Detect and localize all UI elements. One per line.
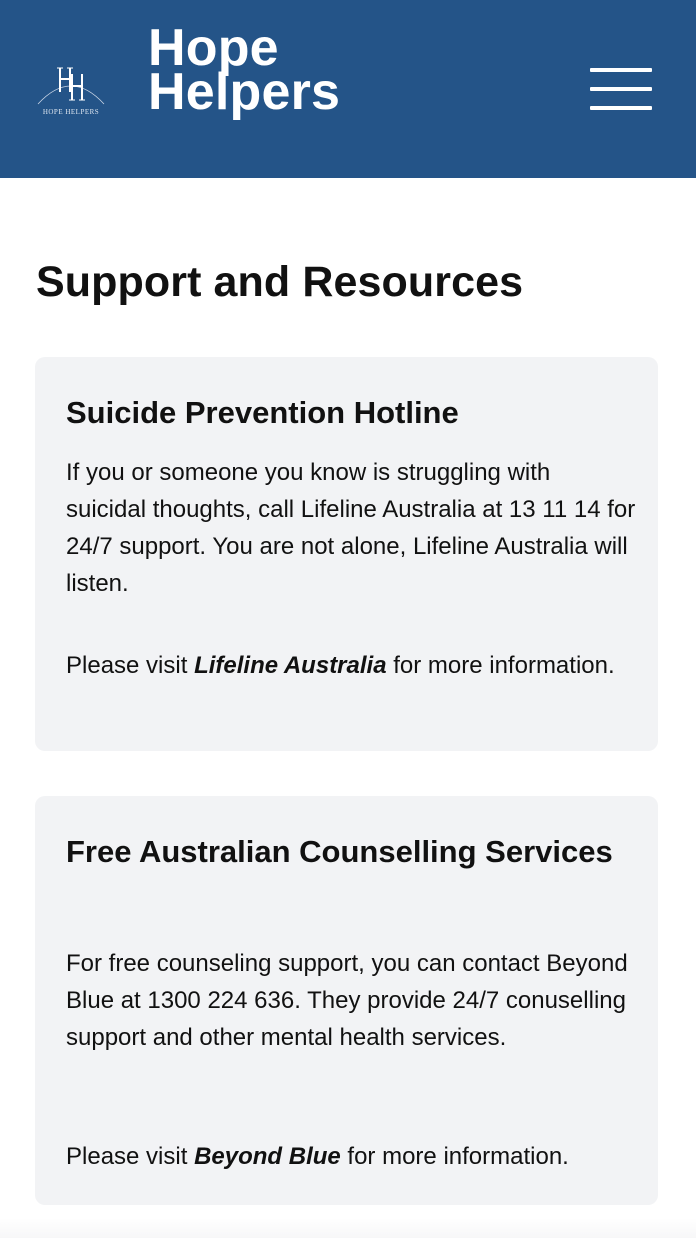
menu-bar-middle xyxy=(590,87,652,91)
card-body: For free counseling support, you can con… xyxy=(66,950,628,1051)
menu-bar-bottom xyxy=(590,106,652,110)
visit-suffix: for more information. xyxy=(386,652,615,679)
brand-line-2: Helpers xyxy=(148,63,341,121)
resource-card-beyond-blue: Free Australian Counselling Services For… xyxy=(35,796,658,1205)
visit-suffix: for more information. xyxy=(340,1143,569,1170)
page-title: Support and Resources xyxy=(36,258,524,306)
brand-name[interactable]: Hope Helpers xyxy=(148,22,341,121)
card-body: If you or someone you know is struggling… xyxy=(66,459,636,597)
lifeline-australia-link[interactable]: Lifeline Australia xyxy=(194,652,387,679)
logo-mark-icon xyxy=(37,67,105,105)
beyond-blue-link[interactable]: Beyond Blue xyxy=(194,1143,341,1170)
card-visit-line: Please visit Lifeline Australia for more… xyxy=(66,647,636,684)
card-title: Suicide Prevention Hotline xyxy=(66,395,459,430)
visit-prefix: Please visit xyxy=(66,652,195,679)
menu-bar-top xyxy=(590,68,652,72)
visit-prefix: Please visit xyxy=(66,1143,195,1170)
page-bottom-fade xyxy=(0,1218,696,1238)
hope-helpers-logo[interactable]: HOPE HELPERS xyxy=(34,60,108,122)
hamburger-icon[interactable] xyxy=(590,68,652,110)
site-header: HOPE HELPERS Hope Helpers xyxy=(0,0,696,178)
resource-card-lifeline: Suicide Prevention Hotline If you or som… xyxy=(35,357,658,751)
card-visit-line: Please visit Beyond Blue for more inform… xyxy=(66,1138,636,1175)
logo-caption: HOPE HELPERS xyxy=(42,108,100,116)
card-title: Free Australian Counselling Services xyxy=(66,834,613,869)
